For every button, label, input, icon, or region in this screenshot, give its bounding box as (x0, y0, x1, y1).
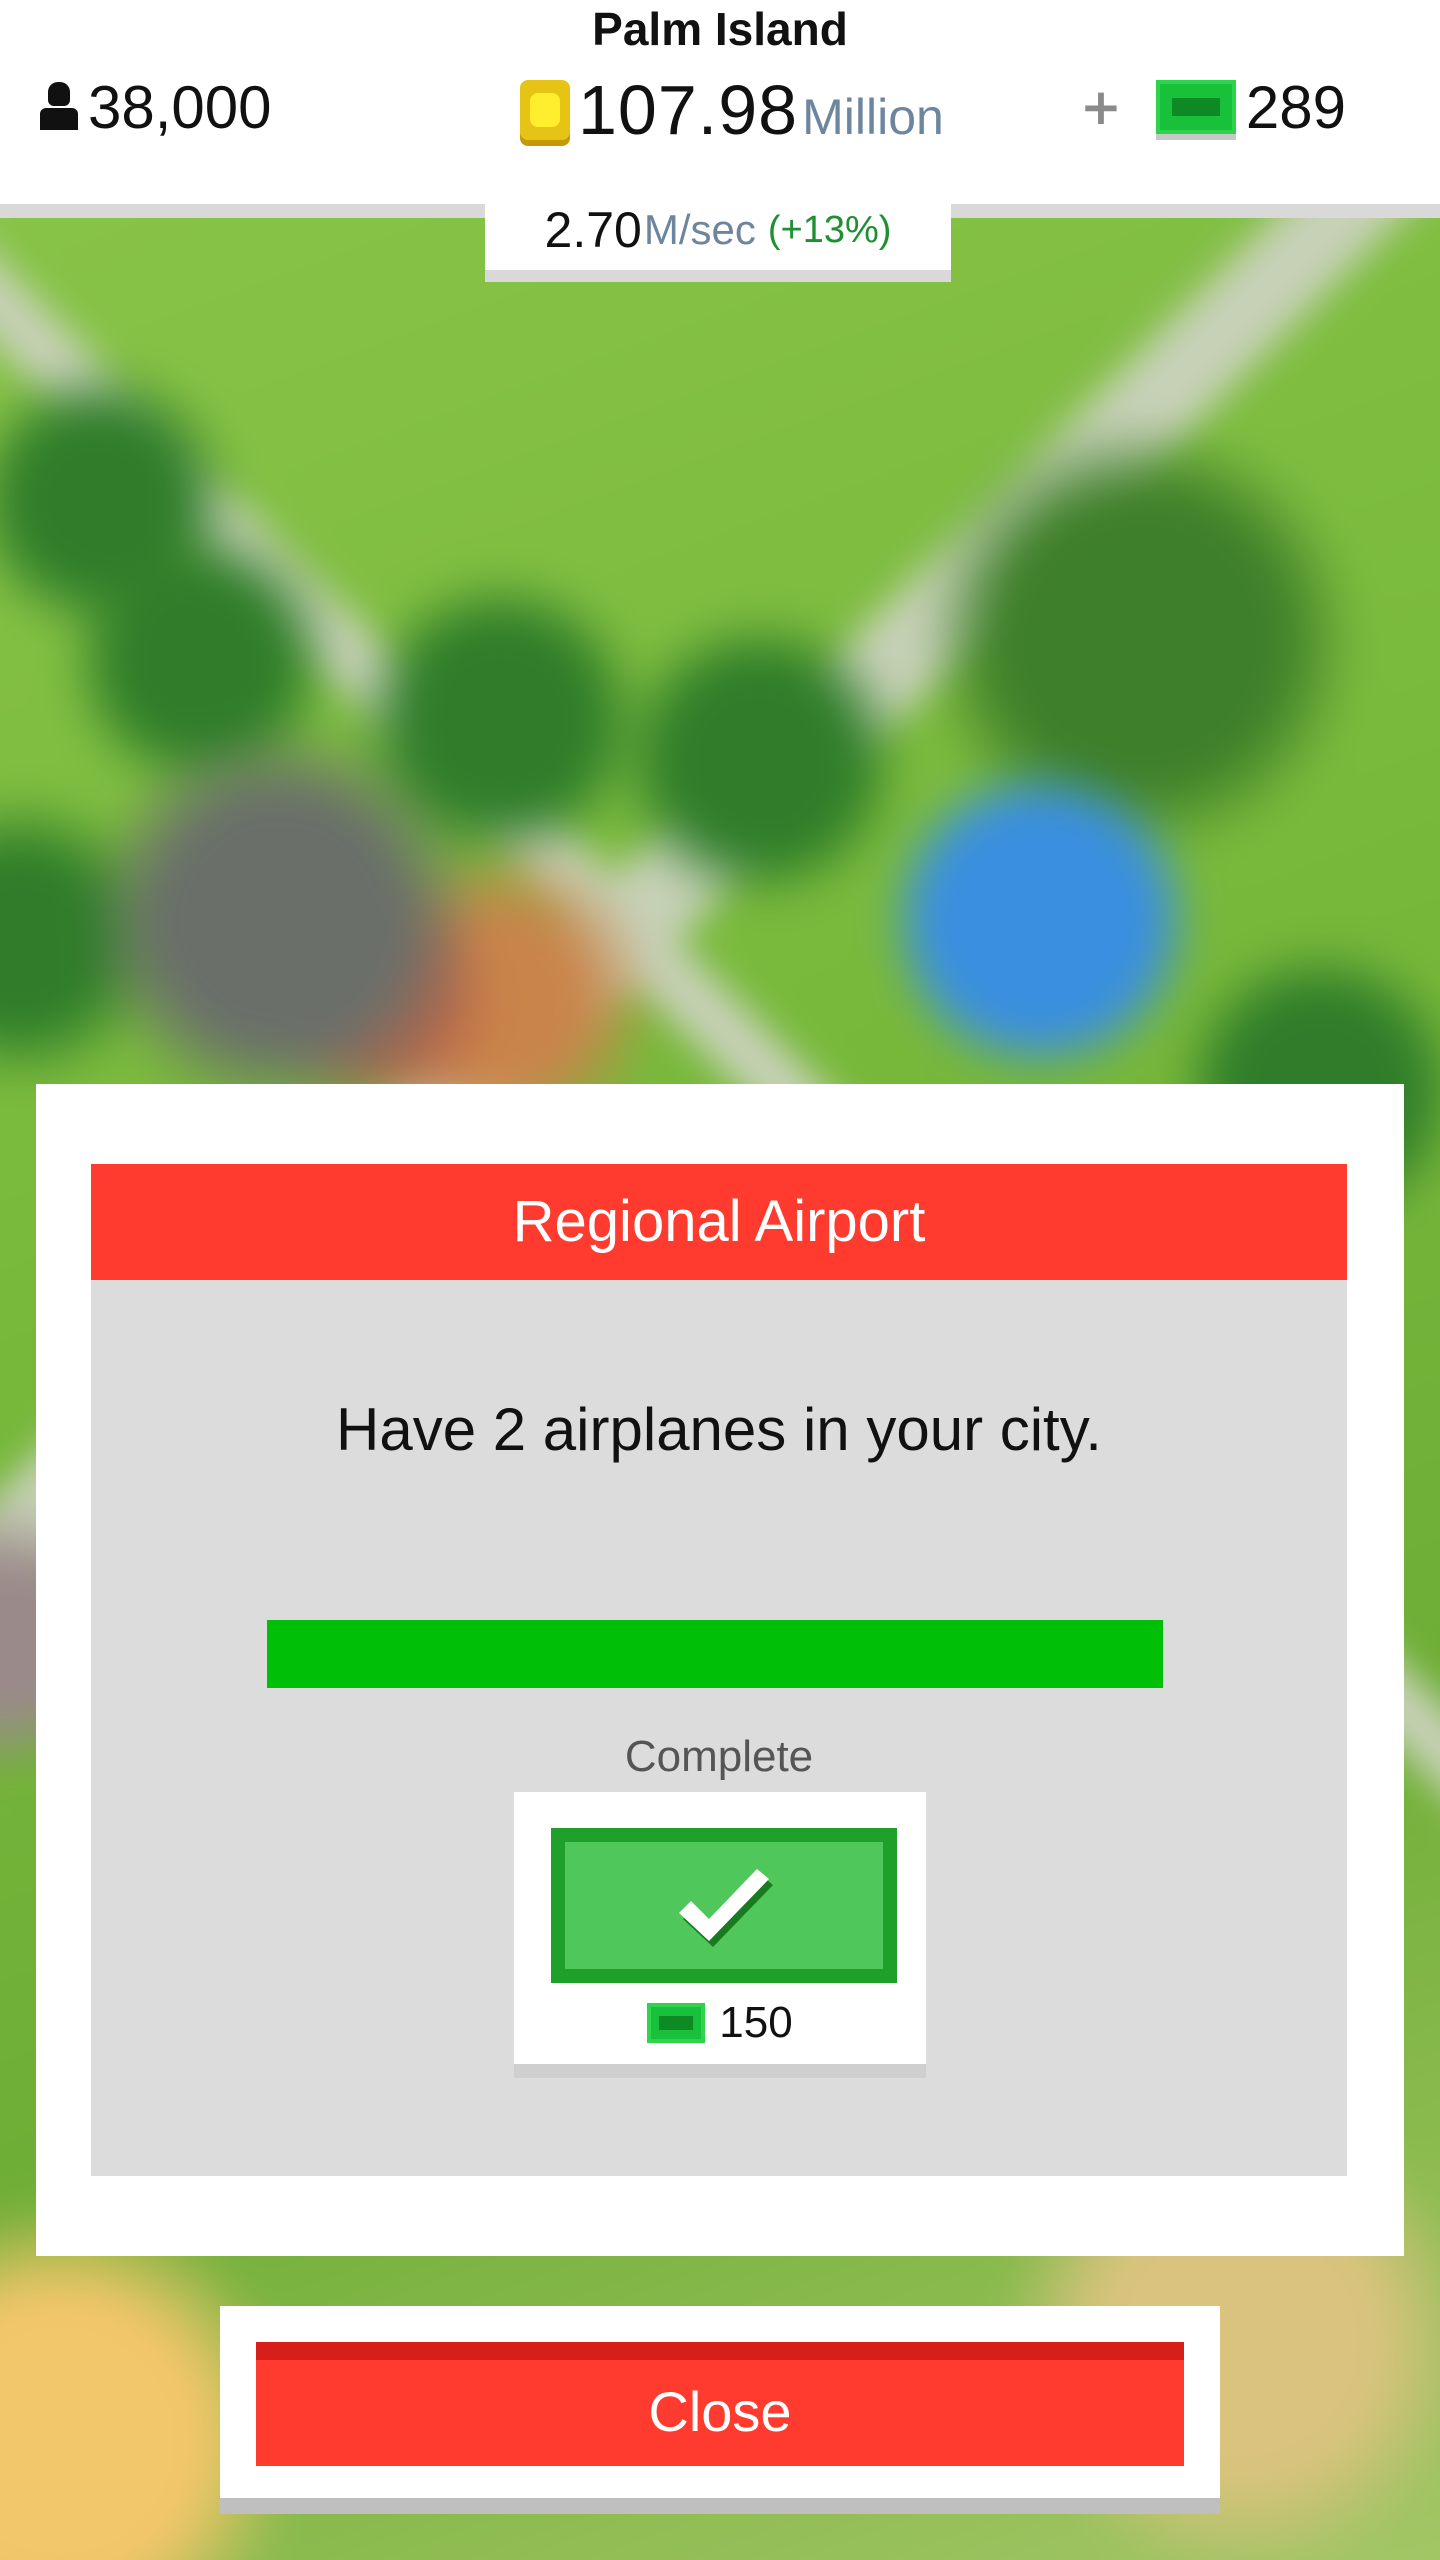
achievement-dialog: Regional Airport Have 2 airplanes in you… (36, 1084, 1404, 2256)
income-rate-tab: 2.70 M/sec (+13%) (485, 190, 951, 282)
money-counter: 107.98 Million (520, 70, 944, 150)
close-button[interactable]: Close (256, 2342, 1184, 2466)
close-button-frame: Close (220, 2306, 1220, 2514)
claim-reward-button[interactable] (551, 1828, 897, 1983)
reward-amount: 150 (514, 1998, 926, 2048)
gem-icon (1155, 80, 1236, 134)
progress-fill (267, 1620, 1163, 1688)
population-value: 38,000 (88, 73, 272, 141)
money-unit: Million (802, 89, 944, 145)
reward-card: 150 (514, 1792, 926, 2078)
population-counter: 38,000 (36, 72, 272, 142)
progress-bar (267, 1620, 1163, 1688)
income-unit: M/sec (643, 206, 756, 253)
coin-icon (520, 80, 570, 140)
checkmark-icon (679, 1868, 773, 1947)
top-hud: Palm Island 38,000 107.98 Million + 289 (0, 0, 1440, 218)
income-rate: 2.70 (544, 202, 642, 258)
goal-description: Have 2 airplanes in your city. (336, 1396, 1102, 1463)
dialog-title: Regional Airport (91, 1164, 1347, 1280)
status-label: Complete (624, 1732, 814, 1781)
money-value: 107.98 (578, 71, 799, 149)
gem-icon (647, 2003, 706, 2043)
gem-counter[interactable]: + 289 (1080, 72, 1346, 142)
person-icon (36, 82, 82, 132)
income-bonus: (+13%) (767, 208, 892, 251)
gem-value: 289 (1245, 73, 1347, 141)
add-gems-button[interactable]: + (1080, 78, 1122, 136)
dialog-body: Have 2 airplanes in your city. Complete … (91, 1280, 1347, 2176)
reward-value: 150 (719, 1998, 793, 2047)
city-name: Palm Island (592, 3, 848, 55)
